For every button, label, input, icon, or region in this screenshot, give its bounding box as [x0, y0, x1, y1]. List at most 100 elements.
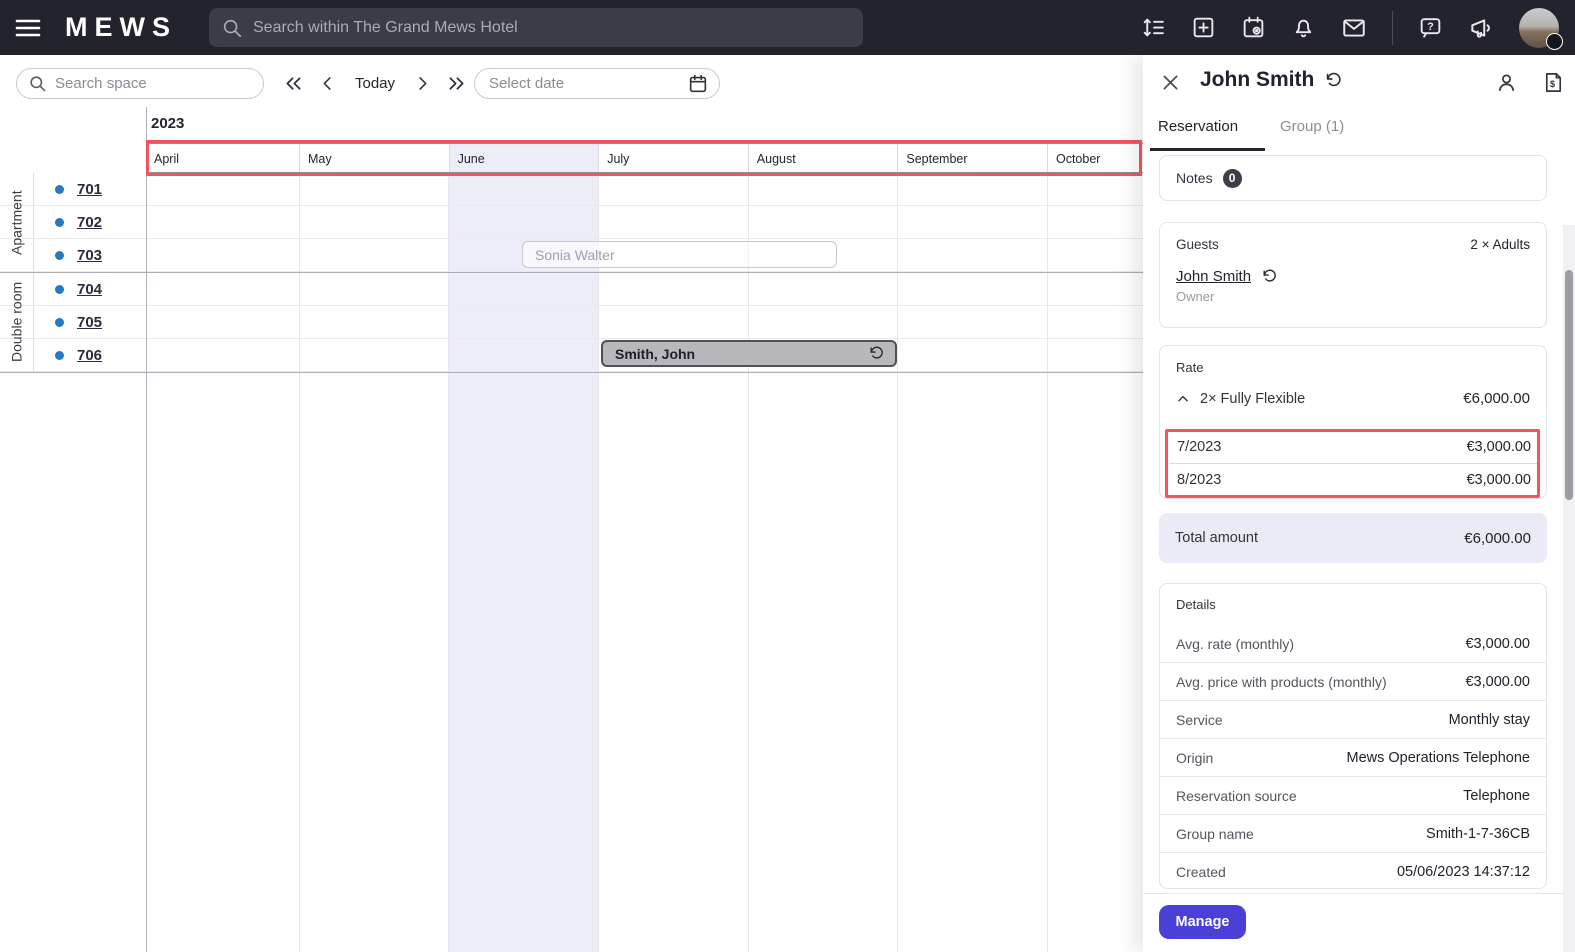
- month-header-cell[interactable]: April: [146, 144, 299, 172]
- rate-month-row: 7/2023 €3,000.00: [1169, 431, 1539, 464]
- chevron-double-right-icon[interactable]: [446, 73, 467, 94]
- room-number-link[interactable]: 706: [77, 347, 102, 364]
- room-status-dot: [55, 284, 64, 294]
- rate-month-breakdown: 7/2023 €3,000.00 8/2023 €3,000.00: [1169, 431, 1539, 497]
- room-number-link[interactable]: 704: [77, 281, 102, 298]
- month-header-cell[interactable]: August: [747, 144, 898, 172]
- refresh-icon[interactable]: [1324, 71, 1343, 90]
- details-rows: Avg. rate (monthly) €3,000.00 Avg. price…: [1160, 625, 1546, 888]
- global-search-input[interactable]: [253, 18, 863, 37]
- room-row: 706: [0, 339, 1143, 372]
- notes-count-badge: 0: [1222, 168, 1242, 188]
- chevron-right-icon[interactable]: [413, 74, 432, 93]
- detail-value: Telephone: [1463, 787, 1530, 804]
- room-number-link[interactable]: 701: [77, 181, 102, 198]
- mews-logo[interactable]: MEWS: [65, 12, 177, 43]
- guests-card: Guests 2 × Adults John Smith Owner: [1159, 222, 1547, 328]
- detail-value: Monthly stay: [1448, 711, 1530, 728]
- detail-row: Group name Smith-1-7-36CB: [1160, 815, 1546, 853]
- month-header-cell[interactable]: May: [299, 144, 449, 172]
- topbar-divider: [1392, 10, 1393, 45]
- room-status-dot: [55, 217, 64, 227]
- room-status-dot: [55, 317, 64, 327]
- notifications-bell-icon[interactable]: [1291, 15, 1316, 40]
- reservation-guest-name: Smith, John: [615, 345, 696, 362]
- guests-count: 2 × Adults: [1470, 237, 1530, 252]
- row-height-icon[interactable]: [1141, 15, 1166, 40]
- chevron-up-icon[interactable]: [1176, 392, 1190, 406]
- feedback-megaphone-icon[interactable]: [1468, 15, 1494, 41]
- room-rows: 701 702 703 704 705 706: [0, 173, 1143, 373]
- room-number-link[interactable]: 703: [77, 247, 102, 264]
- guest-name-link[interactable]: John Smith: [1176, 268, 1251, 285]
- month-header-cell[interactable]: October: [1046, 144, 1143, 172]
- panel-title: John Smith: [1200, 68, 1343, 92]
- rate-amount: €6,000.00: [1463, 390, 1530, 407]
- search-space-field[interactable]: [16, 68, 264, 99]
- timeline-grid: 2023 April May June July August Septembe…: [0, 107, 1143, 952]
- detail-value: Smith-1-7-36CB: [1426, 825, 1530, 842]
- rate-summary-row[interactable]: 2× Fully Flexible €6,000.00: [1160, 390, 1546, 407]
- detail-key: Reservation source: [1176, 787, 1297, 804]
- detail-row: Avg. price with products (monthly) €3,00…: [1160, 663, 1546, 701]
- notes-label: Notes: [1176, 170, 1213, 186]
- detail-row: Avg. rate (monthly) €3,000.00: [1160, 625, 1546, 663]
- panel-footer-divider: [1143, 893, 1575, 894]
- detail-row: Created 05/06/2023 14:37:12: [1160, 853, 1546, 888]
- guest-title-text: John Smith: [1200, 68, 1315, 91]
- detail-key: Avg. price with products (monthly): [1176, 673, 1387, 690]
- guest-role: Owner: [1176, 289, 1215, 304]
- select-date-field[interactable]: [474, 68, 720, 99]
- detail-key: Avg. rate (monthly): [1176, 635, 1295, 652]
- avatar[interactable]: [1519, 7, 1563, 50]
- timeline-year: 2023: [151, 115, 185, 132]
- detail-key: Group name: [1176, 825, 1254, 842]
- help-icon[interactable]: ?: [1418, 15, 1443, 40]
- panel-scrollbar-thumb[interactable]: [1565, 270, 1573, 500]
- search-icon: [30, 76, 46, 92]
- global-search[interactable]: [209, 8, 863, 47]
- select-date-input[interactable]: [489, 75, 687, 92]
- manage-button[interactable]: Manage: [1159, 905, 1246, 939]
- room-number-link[interactable]: 702: [77, 214, 102, 231]
- search-space-input[interactable]: [55, 75, 263, 92]
- refresh-icon: [870, 346, 883, 359]
- rate-month-row: 8/2023 €3,000.00: [1169, 464, 1539, 497]
- tab-group[interactable]: Group (1): [1280, 118, 1344, 135]
- active-tab-underline: [1150, 148, 1265, 151]
- detail-value: €3,000.00: [1465, 635, 1530, 652]
- chevron-double-left-icon[interactable]: [283, 73, 304, 94]
- room-status-dot: [55, 350, 64, 360]
- room-status-dot: [55, 184, 64, 194]
- hamburger-menu-icon[interactable]: [15, 17, 41, 39]
- tab-reservation[interactable]: Reservation: [1158, 118, 1238, 135]
- month-header-row: April May June July August September Oct…: [146, 143, 1143, 173]
- notes-card[interactable]: Notes 0: [1159, 155, 1547, 201]
- messages-envelope-icon[interactable]: [1341, 15, 1367, 41]
- topbar: MEWS ?: [0, 0, 1575, 55]
- reservation-bar-ghost[interactable]: Sonia Walter: [522, 241, 837, 268]
- room-row: 702: [0, 206, 1143, 239]
- room-row: 704: [0, 273, 1143, 306]
- rate-card: Rate 2× Fully Flexible €6,000.00 7/2023 …: [1159, 345, 1547, 499]
- chevron-left-icon[interactable]: [318, 74, 337, 93]
- panel-tabs: Reservation Group (1): [1143, 110, 1575, 152]
- billing-icon[interactable]: $: [1542, 71, 1565, 94]
- availability-calendar-icon[interactable]: [1241, 15, 1266, 40]
- month-header-cell[interactable]: June: [448, 144, 599, 172]
- guest-profile-icon[interactable]: [1495, 71, 1518, 94]
- calendar-icon: [689, 74, 707, 92]
- detail-key: Origin: [1176, 749, 1214, 766]
- month-header-cell[interactable]: July: [598, 144, 748, 172]
- close-icon[interactable]: [1160, 72, 1181, 93]
- panel-scrollbar[interactable]: [1563, 225, 1575, 952]
- rate-month-amount: €3,000.00: [1466, 472, 1531, 488]
- today-button[interactable]: Today: [355, 75, 395, 92]
- detail-value: 05/06/2023 14:37:12: [1396, 863, 1530, 880]
- month-header-cell[interactable]: September: [897, 144, 1047, 172]
- room-number-link[interactable]: 705: [77, 314, 102, 331]
- detail-row: Origin Mews Operations Telephone: [1160, 739, 1546, 777]
- add-reservation-icon[interactable]: [1191, 15, 1216, 40]
- detail-row: Service Monthly stay: [1160, 701, 1546, 739]
- reservation-bar-selected[interactable]: Smith, John: [601, 340, 897, 367]
